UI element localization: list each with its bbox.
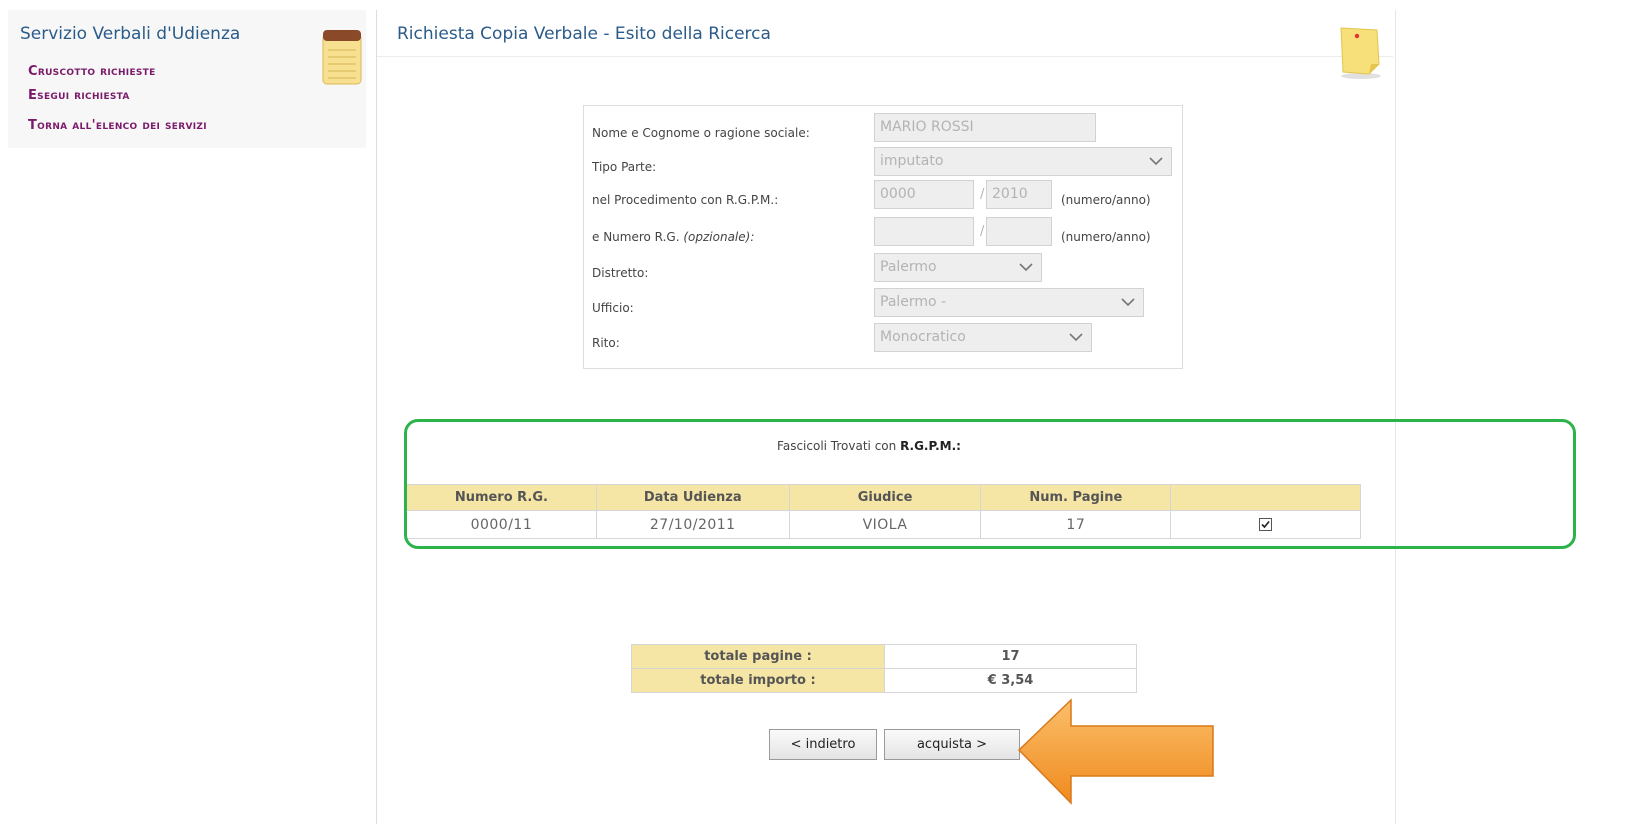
- rg-hint: (numero/anno): [1061, 230, 1151, 244]
- rgpm-year-field[interactable]: 2010: [986, 180, 1052, 209]
- distretto-value: Palermo: [880, 259, 937, 275]
- ufficio-select[interactable]: Palermo -: [874, 288, 1144, 317]
- sidebar-link-torna[interactable]: Torna all'elenco dei servizi: [28, 118, 207, 133]
- chevron-down-icon: [1121, 298, 1135, 307]
- chevron-down-icon: [1149, 157, 1163, 166]
- ufficio-label: Ufficio:: [592, 301, 634, 315]
- rg-optional-label: (opzionale):: [683, 230, 755, 244]
- total-pages-label: totale pagine :: [631, 644, 885, 669]
- chevron-down-icon: [1019, 263, 1033, 272]
- rgpm-number-field[interactable]: 0000: [874, 180, 974, 209]
- ufficio-value: Palermo -: [880, 294, 947, 310]
- total-amount-label: totale importo :: [631, 668, 885, 693]
- rg-slash: /: [980, 224, 985, 239]
- rg-number-field[interactable]: [874, 217, 974, 246]
- main-panel: Richiesta Copia Verbale - Esito della Ri…: [376, 10, 1396, 824]
- totals-table: totale pagine : 17 totale importo : € 3,…: [631, 644, 1137, 693]
- total-amount-value: € 3,54: [884, 668, 1137, 693]
- search-form-panel: Nome e Cognome o ragione sociale: MARIO …: [583, 105, 1183, 369]
- sticky-note-icon: [1340, 27, 1381, 79]
- tipo-parte-value: imputato: [880, 153, 944, 169]
- sidebar: Servizio Verbali d'Udienza Cruscotto ric…: [8, 10, 366, 148]
- rgpm-slash: /: [980, 187, 985, 202]
- rito-value: Monocratico: [880, 329, 966, 345]
- name-field[interactable]: MARIO ROSSI: [874, 113, 1096, 142]
- rito-label: Rito:: [592, 336, 620, 350]
- tipo-parte-select[interactable]: imputato: [874, 147, 1172, 176]
- buy-button[interactable]: acquista >: [884, 729, 1020, 760]
- rg-year-field[interactable]: [986, 217, 1052, 246]
- distretto-label: Distretto:: [592, 266, 649, 280]
- name-label: Nome e Cognome o ragione sociale:: [592, 126, 810, 140]
- rgpm-hint: (numero/anno): [1061, 193, 1151, 207]
- title-divider: [377, 56, 1393, 57]
- tipo-parte-label: Tipo Parte:: [592, 160, 657, 174]
- results-highlight-box: [404, 419, 1576, 549]
- sidebar-link-esegui[interactable]: Esegui richiesta: [28, 88, 130, 103]
- rgpm-label: nel Procedimento con R.G.P.M.:: [592, 193, 779, 207]
- back-button[interactable]: < indietro: [769, 729, 877, 760]
- sidebar-link-cruscotto[interactable]: Cruscotto richieste: [28, 64, 156, 79]
- notepad-icon: [322, 30, 362, 85]
- chevron-down-icon: [1069, 333, 1083, 342]
- distretto-select[interactable]: Palermo: [874, 253, 1042, 282]
- totals-pages-row: totale pagine : 17: [631, 644, 1137, 669]
- totals-amount-row: totale importo : € 3,54: [631, 668, 1137, 693]
- page-title: Richiesta Copia Verbale - Esito della Ri…: [397, 24, 771, 44]
- rg-label: e Numero R.G. (opzionale):: [592, 230, 755, 244]
- orange-arrow-icon: [1017, 698, 1214, 805]
- sidebar-title: Servizio Verbali d'Udienza: [20, 24, 241, 44]
- rito-select[interactable]: Monocratico: [874, 323, 1092, 352]
- total-pages-value: 17: [884, 644, 1137, 669]
